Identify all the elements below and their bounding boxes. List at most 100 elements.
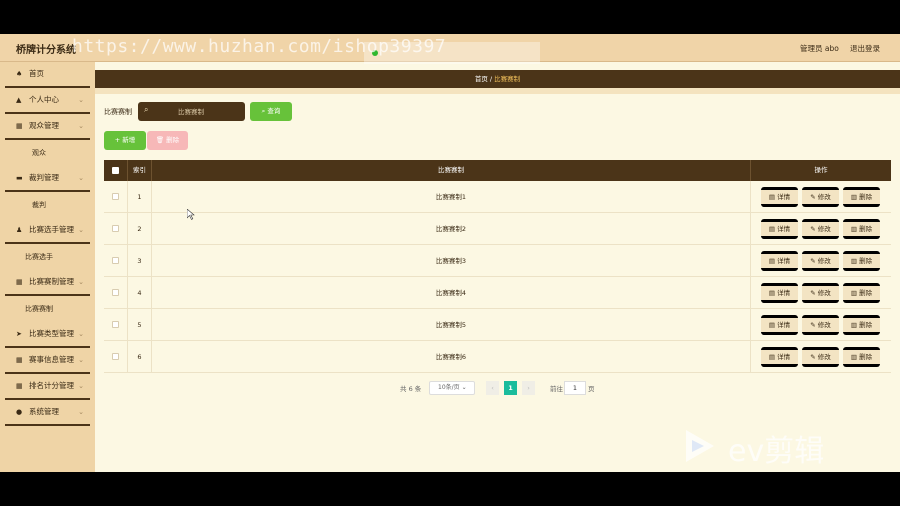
edit-button[interactable]: ✎ 修改 [802,315,839,335]
sidebar-item-label: 首页 [29,69,44,78]
detail-icon: ▤ [768,321,778,329]
sidebar-item-5[interactable]: ▦ 比赛赛制管理 ⌄ [5,270,90,296]
delete-label: 删除 [859,225,873,233]
sidebar-subitem-2[interactable]: 观众 [0,140,95,166]
sidebar-item-4[interactable]: ♟ 比赛选手管理 ⌄ [5,218,90,244]
chevron-down-icon: ⌄ [78,330,84,338]
row-name: 比赛赛制1 [152,181,751,212]
grid-icon: ▦ [16,278,23,286]
prev-page-button[interactable]: ‹ [486,381,499,395]
breadcrumb-strip [95,88,900,94]
add-button[interactable]: + 新增 [104,131,146,150]
sidebar-item-1[interactable]: ▲ 个人中心 ⌄ [5,88,90,114]
sidebar-item-label: 比赛类型管理 [29,329,74,338]
row-ops: ▤ 详情 ✎ 修改 ▥ 删除 [751,181,891,212]
row-checkbox[interactable] [112,225,119,232]
row-checkbox[interactable] [112,289,119,296]
row-checkbox[interactable] [112,321,119,328]
logout-link[interactable]: 退出登录 [850,43,880,54]
app-window: 桥牌计分系统 https://www.huzhan.com/ishop39397… [0,34,900,472]
watermark-text: https://www.huzhan.com/ishop39397 [72,36,447,57]
sidebar-subitem-5[interactable]: 比赛赛制 [0,296,95,322]
sidebar-item-8[interactable]: ▦ 排名计分管理 ⌄ [5,374,90,400]
row-ops: ▤ 详情 ✎ 修改 ▥ 删除 [751,213,891,244]
chevron-down-icon: ⌄ [78,356,84,364]
sidebar-item-label: 裁判管理 [29,173,59,182]
detail-icon: ▤ [768,353,778,361]
table-icon: ▦ [16,356,23,364]
search-input[interactable] [138,102,245,121]
delete-button[interactable]: ▥ 删除 [843,347,880,367]
top-header: 桥牌计分系统 https://www.huzhan.com/ishop39397… [0,34,900,64]
table-row: 6 比赛赛制6 ▤ 详情 ✎ 修改 ▥ 删除 [104,341,891,373]
table-row: 1 比赛赛制1 ▤ 详情 ✎ 修改 ▥ 删除 [104,181,891,213]
search-icon: ⌕ [144,105,149,114]
delete-button[interactable]: ▥ 删除 [843,187,880,207]
edit-label: 修改 [817,225,831,233]
sidebar-item-label: 比赛赛制管理 [29,277,74,286]
sidebar-item-6[interactable]: ➤ 比赛类型管理 ⌄ [5,322,90,348]
row-index: 3 [128,245,152,276]
app-title: 桥牌计分系统 [16,45,76,56]
trash-icon: ▥ [850,257,860,265]
sidebar-subitem-4[interactable]: 比赛选手 [0,244,95,270]
edit-button[interactable]: ✎ 修改 [802,347,839,367]
delete-button[interactable]: ▥ 删除 [843,283,880,303]
view-label: 详情 [777,193,791,201]
delete-button[interactable]: ▥ 删除 [843,219,880,239]
next-page-button[interactable]: › [522,381,535,395]
view-label: 详情 [777,321,791,329]
view-label: 详情 [777,289,791,297]
detail-icon: ▤ [768,289,778,297]
edit-label: 修改 [817,257,831,265]
sidebar-subitem-3[interactable]: 裁判 [0,192,95,218]
row-checkbox[interactable] [112,353,119,360]
trash-icon: ▥ [850,321,860,329]
view-button[interactable]: ▤ 详情 [761,187,798,207]
header-ops: 操作 [814,166,828,174]
view-button[interactable]: ▤ 详情 [761,251,798,271]
chevron-down-icon: ⌄ [78,278,84,286]
chevron-down-icon: ⌄ [78,408,84,416]
pagination-total: 共 6 条 [400,385,422,393]
sidebar-item-0[interactable]: ♠ 首页 [5,62,90,88]
row-ops: ▤ 详情 ✎ 修改 ▥ 删除 [751,277,891,308]
sidebar-item-2[interactable]: ▦ 观众管理 ⌄ [5,114,90,140]
current-page-button[interactable]: 1 [504,381,517,395]
row-check-cell [104,181,128,212]
edit-button[interactable]: ✎ 修改 [802,219,839,239]
goto-page-input[interactable] [564,381,586,395]
view-button[interactable]: ▤ 详情 [761,283,798,303]
detail-icon: ▤ [768,193,778,201]
delete-button[interactable]: ▥ 删除 [843,315,880,335]
view-button[interactable]: ▤ 详情 [761,315,798,335]
search-label: 比赛赛制 [104,108,132,116]
row-checkbox[interactable] [112,257,119,264]
current-user: 管理员 abo [800,44,839,53]
search-button[interactable]: ⌕ 查询 [250,102,292,121]
select-all-checkbox[interactable] [112,167,119,174]
ev-play-icon [686,430,714,462]
edit-button[interactable]: ✎ 修改 [802,283,839,303]
batch-delete-button[interactable]: 🗑 删除 [147,131,188,150]
sidebar-item-9[interactable]: ● 系统管理 ⌄ [5,400,90,426]
row-index: 5 [128,309,152,340]
sidebar-item-7[interactable]: ▦ 赛事信息管理 ⌄ [5,348,90,374]
page-size-select[interactable]: 10条/页 ⌄ [429,381,475,395]
view-label: 详情 [777,353,791,361]
table-row: 3 比赛赛制3 ▤ 详情 ✎ 修改 ▥ 删除 [104,245,891,277]
row-check-cell [104,341,128,372]
breadcrumb-home[interactable]: 首页 [475,75,488,83]
row-checkbox[interactable] [112,193,119,200]
delete-label: 删除 [859,353,873,361]
detail-icon: ▤ [768,257,778,265]
view-button[interactable]: ▤ 详情 [761,219,798,239]
row-ops: ▤ 详情 ✎ 修改 ▥ 删除 [751,341,891,372]
edit-button[interactable]: ✎ 修改 [802,187,839,207]
view-button[interactable]: ▤ 详情 [761,347,798,367]
trash-icon: ▥ [850,289,860,297]
edit-button[interactable]: ✎ 修改 [802,251,839,271]
breadcrumb: 首页 / 比赛赛制 [95,70,900,88]
delete-button[interactable]: ▥ 删除 [843,251,880,271]
sidebar-item-3[interactable]: ▬ 裁判管理 ⌄ [5,166,90,192]
